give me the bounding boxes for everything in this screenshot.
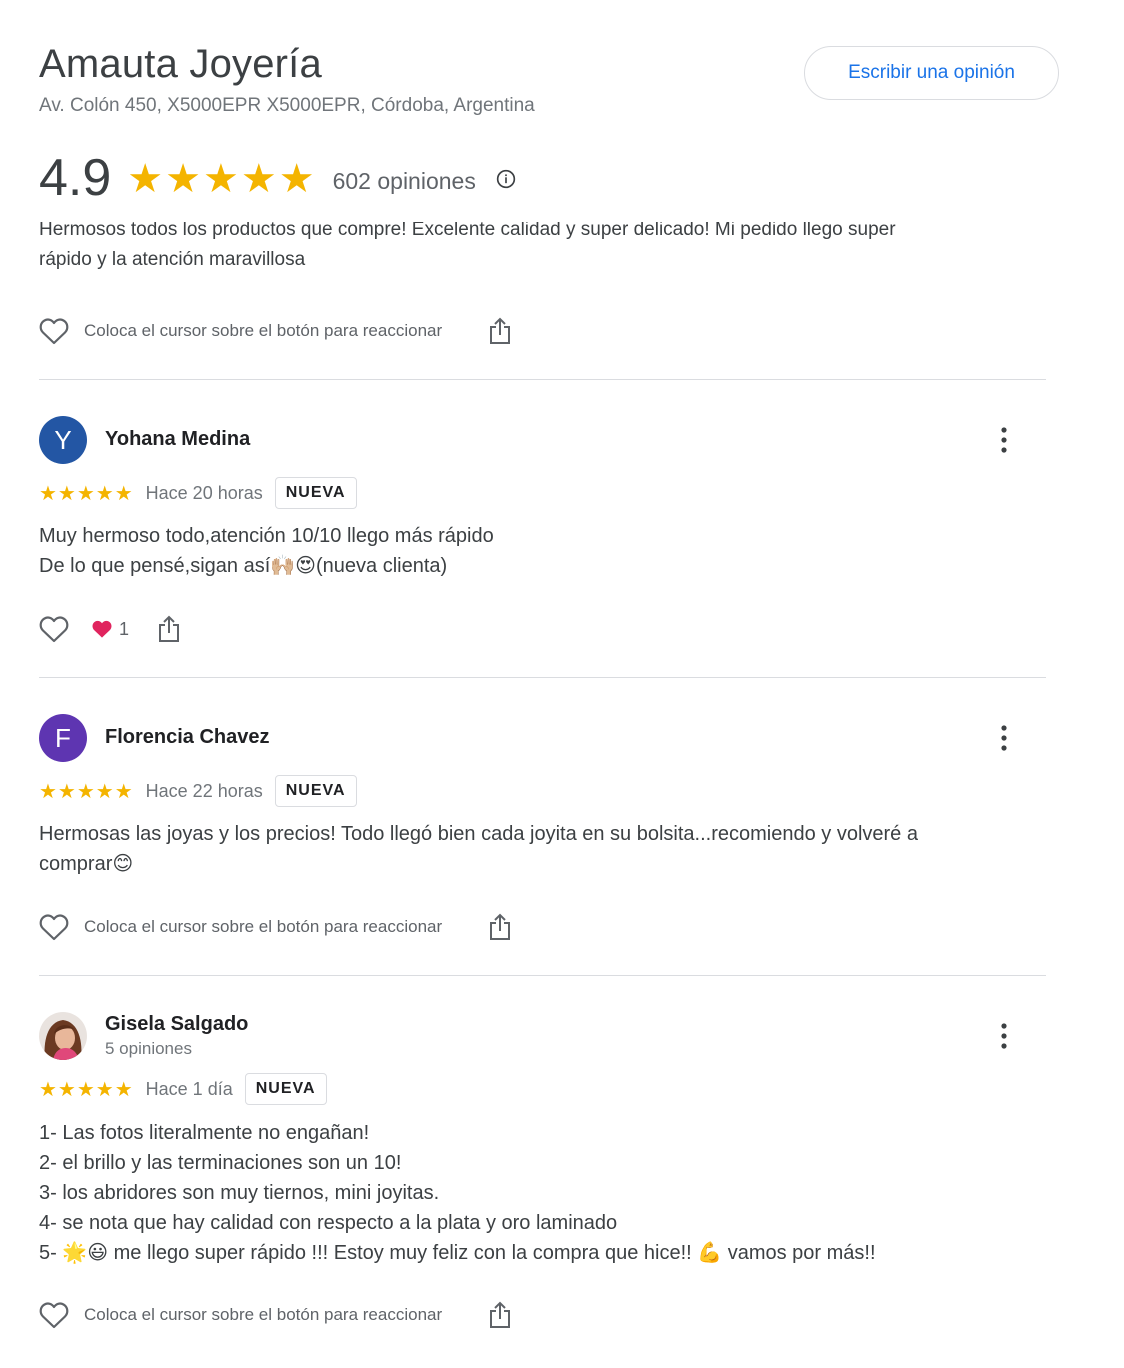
review-actions: 1: [39, 611, 181, 647]
partial-review-line: Hermosos todos los productos que compre!…: [39, 222, 896, 240]
share-icon[interactable]: [488, 913, 512, 941]
heart-icon[interactable]: [39, 913, 69, 941]
review-time: Hace 22 horas: [145, 780, 263, 801]
reaction-count[interactable]: 1: [91, 619, 129, 640]
share-icon[interactable]: [488, 1301, 512, 1329]
heart-icon[interactable]: [39, 615, 69, 643]
author-name[interactable]: Yohana Medina: [105, 428, 250, 451]
review-text-line: De lo que pensé,sigan así🙌🏼😍(nueva clien…: [39, 555, 448, 577]
review-text-line: 1- Las fotos literalmente no engañan!: [39, 1122, 370, 1144]
react-hint: Coloca el cursor sobre el botón para rea…: [84, 321, 443, 340]
divider: [39, 379, 1046, 380]
review-time: Hace 20 horas: [145, 482, 263, 503]
reaction-count-value: 1: [119, 618, 130, 639]
avatar[interactable]: F: [39, 714, 87, 762]
review-rating-line: ★★★★★ Hace 20 horas NUEVA: [39, 477, 357, 509]
partial-review: Hermosos todos los productos que compre!…: [0, 222, 1124, 286]
review-text-line: Hermosas las joyas y los precios! Todo l…: [39, 823, 918, 845]
react-hint: Coloca el cursor sobre el botón para rea…: [84, 917, 443, 936]
review-text: 1- Las fotos literalmente no engañan! 2-…: [39, 1118, 999, 1268]
author-name[interactable]: Gisela Salgado: [105, 1013, 248, 1036]
review-stars: ★★★★★: [39, 780, 134, 803]
partial-review-line: rápido y la atención maravillosa: [39, 249, 306, 270]
heart-icon[interactable]: [39, 317, 69, 345]
divider: [39, 677, 1046, 678]
heart-icon[interactable]: [39, 1301, 69, 1329]
review-card: Y Yohana Medina ★★★★★ Hace 20 horas NUEV…: [39, 416, 1039, 656]
share-icon[interactable]: [488, 317, 512, 345]
react-hint: Coloca el cursor sobre el botón para rea…: [84, 1305, 443, 1324]
new-badge: NUEVA: [244, 1073, 327, 1105]
rating-stars: ★★★★★: [127, 157, 317, 201]
red-heart-icon: [92, 620, 112, 638]
more-options-icon[interactable]: [994, 723, 1014, 753]
partial-review-text: Hermosos todos los productos que compre!…: [39, 222, 1039, 275]
new-badge: NUEVA: [274, 775, 357, 807]
avatar[interactable]: [39, 1012, 87, 1060]
author-review-count[interactable]: 5 opiniones: [105, 1039, 192, 1059]
divider: [39, 975, 1046, 976]
review-rating-line: ★★★★★ Hace 22 horas NUEVA: [39, 775, 357, 807]
review-time: Hace 1 día: [145, 1078, 233, 1099]
review-text-line: 5- 🌟😃 me llego super rápido !!! Estoy mu…: [39, 1242, 876, 1264]
review-text-line: 2- el brillo y las terminaciones son un …: [39, 1152, 402, 1174]
review-text-line: Muy hermoso todo,atención 10/10 llego má…: [39, 525, 494, 547]
review-count: 602 opiniones: [332, 167, 476, 194]
profile-photo: [39, 1012, 87, 1060]
review-actions: Coloca el cursor sobre el botón para rea…: [39, 1297, 512, 1333]
write-review-button[interactable]: Escribir una opinión: [804, 46, 1059, 100]
review-text-line: comprar😊: [39, 853, 134, 875]
avatar[interactable]: Y: [39, 416, 87, 464]
review-stars: ★★★★★: [39, 482, 134, 505]
author-name[interactable]: Florencia Chavez: [105, 726, 270, 749]
info-icon[interactable]: [496, 169, 516, 189]
new-badge: NUEVA: [274, 477, 357, 509]
rating-summary: 4.9 ★★★★★ 602 opiniones: [39, 146, 516, 210]
partial-review-actions: Coloca el cursor sobre el botón para rea…: [39, 313, 512, 349]
review-text-line: 3- los abridores son muy tiernos, mini j…: [39, 1182, 440, 1204]
review-stars: ★★★★★: [39, 1078, 134, 1101]
review-rating-line: ★★★★★ Hace 1 día NUEVA: [39, 1073, 327, 1105]
share-icon[interactable]: [157, 615, 181, 643]
review-text-line: 4- se nota que hay calidad con respecto …: [39, 1212, 618, 1234]
more-options-icon[interactable]: [994, 425, 1014, 455]
review-text: Muy hermoso todo,atención 10/10 llego má…: [39, 521, 999, 581]
average-rating: 4.9: [39, 149, 112, 207]
review-card: Gisela Salgado 5 opiniones ★★★★★ Hace 1 …: [39, 1012, 1039, 1312]
more-options-icon[interactable]: [994, 1021, 1014, 1051]
review-actions: Coloca el cursor sobre el botón para rea…: [39, 909, 512, 945]
review-text: Hermosas las joyas y los precios! Todo l…: [39, 819, 999, 879]
